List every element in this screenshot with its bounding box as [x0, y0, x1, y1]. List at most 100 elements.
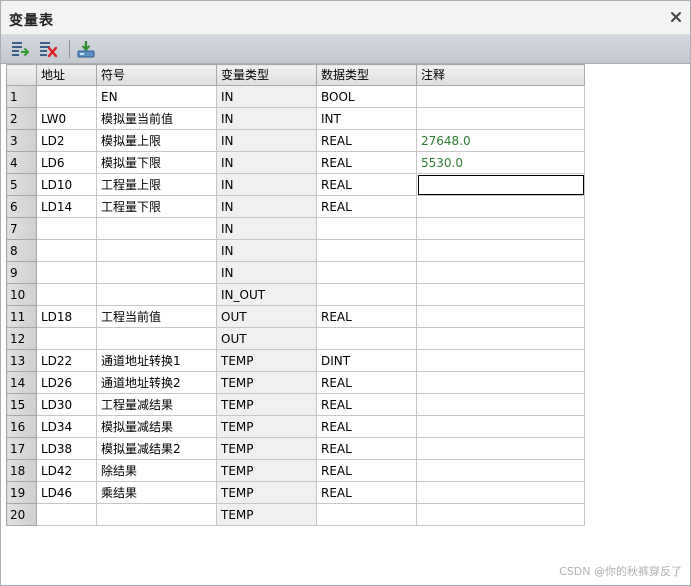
- address-cell[interactable]: LD42: [36, 459, 97, 482]
- row-number-cell[interactable]: 16: [6, 415, 37, 438]
- symbol-cell[interactable]: 工程量下限: [96, 195, 217, 218]
- data-type-cell[interactable]: REAL: [316, 151, 417, 174]
- comment-cell[interactable]: [416, 415, 585, 438]
- variable-type-cell[interactable]: IN: [216, 195, 317, 218]
- variable-type-cell[interactable]: TEMP: [216, 503, 317, 526]
- insert-row-button[interactable]: [9, 38, 31, 60]
- symbol-cell[interactable]: [96, 261, 217, 284]
- symbol-cell[interactable]: 工程量上限: [96, 173, 217, 196]
- symbol-cell[interactable]: 通道地址转换1: [96, 349, 217, 372]
- symbol-cell[interactable]: 模拟量减结果2: [96, 437, 217, 460]
- symbol-cell[interactable]: 工程当前值: [96, 305, 217, 328]
- symbol-cell[interactable]: [96, 217, 217, 240]
- comment-cell[interactable]: [416, 437, 585, 460]
- comment-cell[interactable]: [416, 283, 585, 306]
- row-number-cell[interactable]: 10: [6, 283, 37, 306]
- variable-type-cell[interactable]: TEMP: [216, 349, 317, 372]
- comment-cell[interactable]: [416, 239, 585, 262]
- download-button[interactable]: [75, 38, 97, 60]
- variable-type-cell[interactable]: IN: [216, 239, 317, 262]
- comment-cell[interactable]: [416, 481, 585, 504]
- variable-type-cell[interactable]: IN: [216, 107, 317, 130]
- variable-type-cell[interactable]: IN_OUT: [216, 283, 317, 306]
- address-cell[interactable]: LD10: [36, 173, 97, 196]
- row-number-cell[interactable]: 15: [6, 393, 37, 416]
- variable-type-cell[interactable]: IN: [216, 173, 317, 196]
- address-cell[interactable]: LD30: [36, 393, 97, 416]
- address-cell[interactable]: LD46: [36, 481, 97, 504]
- symbol-cell[interactable]: 乘结果: [96, 481, 217, 504]
- symbol-cell[interactable]: [96, 327, 217, 350]
- row-number-cell[interactable]: 2: [6, 107, 37, 130]
- variable-type-cell[interactable]: IN: [216, 129, 317, 152]
- variable-type-cell[interactable]: TEMP: [216, 415, 317, 438]
- table-row[interactable]: 3 LD2 模拟量上限 IN REAL 27648.0: [6, 129, 585, 152]
- comment-cell[interactable]: [416, 173, 585, 196]
- table-row[interactable]: 19 LD46 乘结果 TEMP REAL: [6, 481, 585, 504]
- row-number-cell[interactable]: 8: [6, 239, 37, 262]
- address-cell[interactable]: [36, 85, 97, 108]
- data-type-cell[interactable]: REAL: [316, 129, 417, 152]
- row-number-cell[interactable]: 7: [6, 217, 37, 240]
- row-number-cell[interactable]: 14: [6, 371, 37, 394]
- data-type-cell[interactable]: REAL: [316, 305, 417, 328]
- symbol-cell[interactable]: 模拟量减结果: [96, 415, 217, 438]
- address-cell[interactable]: [36, 217, 97, 240]
- data-type-cell[interactable]: [316, 261, 417, 284]
- variable-type-cell[interactable]: IN: [216, 151, 317, 174]
- table-row[interactable]: 8 IN: [6, 239, 585, 262]
- variable-type-cell[interactable]: IN: [216, 261, 317, 284]
- row-number-cell[interactable]: 6: [6, 195, 37, 218]
- symbol-cell[interactable]: 通道地址转换2: [96, 371, 217, 394]
- table-row[interactable]: 15 LD30 工程量减结果 TEMP REAL: [6, 393, 585, 416]
- comment-cell[interactable]: [416, 503, 585, 526]
- address-cell[interactable]: LD34: [36, 415, 97, 438]
- variable-type-cell[interactable]: TEMP: [216, 459, 317, 482]
- variable-type-cell[interactable]: OUT: [216, 327, 317, 350]
- comment-cell[interactable]: [416, 85, 585, 108]
- data-type-cell[interactable]: BOOL: [316, 85, 417, 108]
- address-cell[interactable]: [36, 239, 97, 262]
- variable-type-cell[interactable]: TEMP: [216, 481, 317, 504]
- data-type-cell[interactable]: INT: [316, 107, 417, 130]
- data-type-cell[interactable]: [316, 217, 417, 240]
- symbol-cell[interactable]: [96, 239, 217, 262]
- variable-type-column-header[interactable]: 变量类型: [216, 64, 317, 86]
- data-type-cell[interactable]: REAL: [316, 415, 417, 438]
- row-number-cell[interactable]: 11: [6, 305, 37, 328]
- comment-cell[interactable]: [416, 107, 585, 130]
- comment-cell[interactable]: [416, 261, 585, 284]
- table-row[interactable]: 18 LD42 除结果 TEMP REAL: [6, 459, 585, 482]
- table-row[interactable]: 6 LD14 工程量下限 IN REAL: [6, 195, 585, 218]
- address-cell[interactable]: LD14: [36, 195, 97, 218]
- table-row[interactable]: 5 LD10 工程量上限 IN REAL: [6, 173, 585, 196]
- row-number-cell[interactable]: 3: [6, 129, 37, 152]
- table-row[interactable]: 12 OUT: [6, 327, 585, 350]
- comment-cell[interactable]: [416, 195, 585, 218]
- row-number-cell[interactable]: 9: [6, 261, 37, 284]
- symbol-cell[interactable]: 工程量减结果: [96, 393, 217, 416]
- row-number-cell[interactable]: 17: [6, 437, 37, 460]
- row-number-cell[interactable]: 12: [6, 327, 37, 350]
- address-cell[interactable]: LD38: [36, 437, 97, 460]
- symbol-cell[interactable]: 模拟量当前值: [96, 107, 217, 130]
- comment-cell[interactable]: 27648.0: [416, 129, 585, 152]
- address-cell[interactable]: [36, 283, 97, 306]
- symbol-cell[interactable]: 模拟量下限: [96, 151, 217, 174]
- row-number-cell[interactable]: 5: [6, 173, 37, 196]
- address-cell[interactable]: LW0: [36, 107, 97, 130]
- data-type-cell[interactable]: [316, 327, 417, 350]
- address-cell[interactable]: [36, 503, 97, 526]
- symbol-column-header[interactable]: 符号: [96, 64, 217, 86]
- table-row[interactable]: 10 IN_OUT: [6, 283, 585, 306]
- data-type-cell[interactable]: REAL: [316, 459, 417, 482]
- table-row[interactable]: 2 LW0 模拟量当前值 IN INT: [6, 107, 585, 130]
- symbol-cell[interactable]: 模拟量上限: [96, 129, 217, 152]
- delete-row-button[interactable]: [37, 38, 59, 60]
- variable-type-cell[interactable]: TEMP: [216, 437, 317, 460]
- variable-type-cell[interactable]: OUT: [216, 305, 317, 328]
- row-number-cell[interactable]: 4: [6, 151, 37, 174]
- address-cell[interactable]: LD18: [36, 305, 97, 328]
- variable-type-cell[interactable]: IN: [216, 85, 317, 108]
- address-cell[interactable]: LD26: [36, 371, 97, 394]
